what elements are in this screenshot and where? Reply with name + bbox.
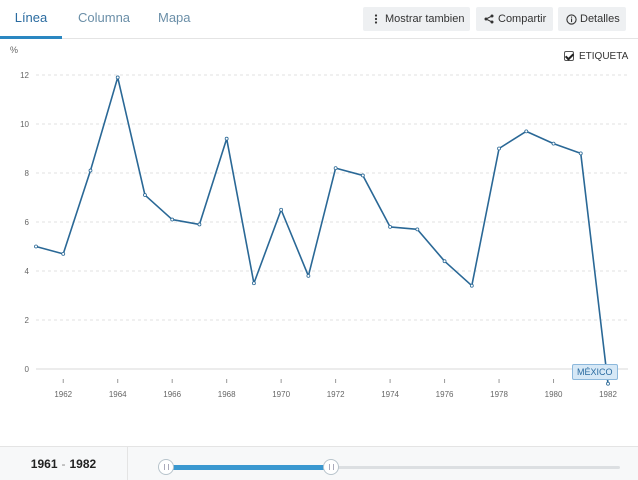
data-point	[415, 227, 420, 232]
tab-columna[interactable]: Columna	[78, 0, 130, 39]
mostrar-tambien-label: Mostrar tambien	[385, 13, 465, 25]
share-icon	[483, 7, 495, 31]
data-point	[224, 136, 229, 141]
data-point	[388, 224, 392, 229]
compartir-label: Compartir	[498, 13, 547, 25]
year-range-slider[interactable]	[158, 447, 620, 480]
tab-linea[interactable]: Línea	[0, 0, 62, 39]
x-tick-label: 1964	[109, 390, 127, 399]
detalles-label: Detalles	[580, 13, 620, 25]
data-point	[306, 273, 311, 278]
x-tick-label: 1974	[381, 390, 399, 399]
x-tick-label: 1982	[599, 390, 617, 399]
data-point	[524, 129, 529, 134]
range-separator: -	[61, 457, 66, 471]
y-tick-label: 0	[25, 365, 30, 374]
data-point	[360, 173, 365, 178]
y-tick-label: 12	[20, 71, 29, 80]
data-point	[143, 193, 147, 197]
x-tick-label: 1968	[218, 390, 236, 399]
data-point	[497, 146, 501, 151]
more-vertical-icon	[370, 7, 382, 31]
data-point	[551, 141, 556, 146]
data-point	[197, 222, 202, 227]
slider-handle-start[interactable]	[158, 459, 174, 475]
y-tick-label: 8	[25, 169, 30, 178]
x-tick-label: 1970	[272, 390, 290, 399]
y-tick-label: 2	[25, 316, 30, 325]
x-tick-label: 1962	[54, 390, 72, 399]
line-chart: 0 2 4 6 8 10 12 1962 1964 1966 1968 1970 1972 1974 197…	[20, 71, 628, 399]
mostrar-tambien-button[interactable]: Mostrar tambien	[363, 7, 470, 31]
etiqueta-toggle[interactable]: ETIQUETA	[564, 49, 628, 63]
compartir-button[interactable]: Compartir	[476, 7, 553, 31]
data-point	[34, 244, 38, 249]
grip-icon	[163, 464, 169, 470]
range-end: 1982	[69, 457, 97, 471]
data-point	[442, 259, 447, 264]
y-tick-label: 4	[25, 267, 30, 276]
range-start: 1961	[30, 457, 58, 471]
data-point	[61, 251, 66, 256]
data-point	[252, 281, 256, 286]
x-tick-label: 1976	[436, 390, 454, 399]
grip-icon	[328, 464, 334, 470]
series-line	[35, 76, 609, 384]
app-root: Línea Columna Mapa Mostrar tambien Compa…	[0, 0, 638, 480]
top-bar: Línea Columna Mapa Mostrar tambien Compa…	[0, 0, 638, 39]
y-tick-label: 6	[25, 218, 30, 227]
data-point	[578, 151, 583, 156]
detalles-button[interactable]: Detalles	[558, 7, 626, 31]
data-point	[606, 381, 610, 386]
x-tick-label: 1980	[545, 390, 563, 399]
x-tick-label: 1978	[490, 390, 508, 399]
etiqueta-label: ETIQUETA	[579, 50, 629, 62]
data-point	[333, 166, 338, 171]
chart-area: 0 2 4 6 8 10 12 1962 1964 1966 1968 1970 1972 1974 197…	[0, 40, 638, 445]
slider-fill	[166, 465, 332, 470]
series-label-tag: MÉXICO	[572, 364, 618, 380]
bottom-bar: 1961 - 1982	[0, 446, 638, 480]
slider-handle-end[interactable]	[323, 459, 340, 475]
data-point	[115, 75, 120, 80]
data-point	[469, 283, 474, 288]
x-tick-label: 1966	[163, 390, 181, 399]
y-tick-label: 10	[20, 120, 29, 129]
etiqueta-checkbox[interactable]	[564, 51, 574, 61]
y-axis-unit-label: %	[10, 45, 19, 55]
year-range-display: 1961 - 1982	[0, 447, 128, 480]
data-point	[170, 217, 175, 222]
x-tick-label: 1972	[327, 390, 345, 399]
data-point	[279, 207, 284, 212]
data-point	[88, 168, 93, 173]
tab-mapa[interactable]: Mapa	[158, 0, 191, 39]
info-icon	[565, 7, 577, 31]
